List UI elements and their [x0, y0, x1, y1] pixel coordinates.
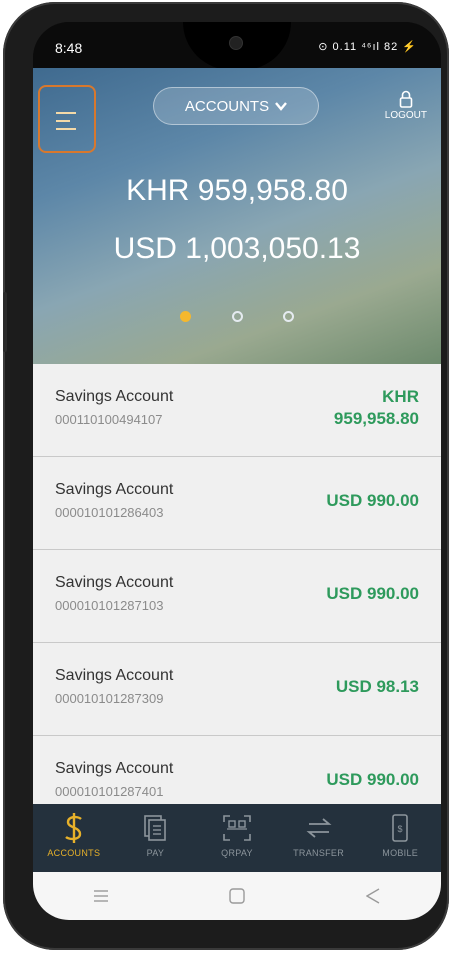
status-bar: 8:48 ⊙ 0.11 ⁴⁶ıl 82 ⚡	[33, 22, 441, 70]
account-balance: USD 98.13	[335, 677, 419, 696]
tab-label: MOBILE	[382, 848, 419, 858]
tab-label: ACCOUNTS	[47, 848, 101, 858]
account-balance: USD 990.00	[326, 584, 419, 603]
total-balance-khr: KHR 959,958.80	[126, 174, 348, 207]
account-row[interactable]: Savings Account 000010101287309 USD 98.1…	[33, 643, 441, 736]
logout-button[interactable]: LOGOUT	[385, 90, 427, 121]
svg-text:$: $	[398, 824, 403, 834]
accounts-dropdown[interactable]: ACCOUNTS	[153, 87, 319, 125]
transfer-icon	[278, 810, 360, 846]
account-number: 000110100494107	[55, 412, 163, 427]
qr-icon	[196, 810, 278, 846]
tab-label: TRANSFER	[293, 848, 345, 858]
carousel-dot-3[interactable]	[282, 311, 294, 323]
carousel-indicator	[33, 308, 441, 326]
dollar-icon	[33, 810, 115, 846]
system-navigation-bar	[33, 872, 441, 920]
tab-label: PAY	[146, 848, 165, 858]
logout-label: LOGOUT	[384, 110, 427, 121]
account-balance: USD 990.00	[326, 491, 419, 510]
status-indicators: ⊙ 0.11 ⁴⁶ıl 82 ⚡	[318, 41, 417, 53]
account-row[interactable]: Savings Account 000010101286403 USD 990.…	[33, 457, 441, 550]
account-name: Savings Account	[55, 481, 174, 498]
phone-frame: 8:48 ⊙ 0.11 ⁴⁶ıl 82 ⚡ ACCOUNTS LOGOUT KH…	[3, 2, 449, 950]
status-time: 8:48	[55, 40, 83, 56]
carousel-dot-1[interactable]	[180, 311, 192, 323]
account-balance: KHR 959,958.80	[334, 386, 419, 430]
hamburger-icon	[56, 112, 76, 114]
accounts-dropdown-label: ACCOUNTS	[184, 97, 270, 115]
mobile-icon: $	[359, 810, 441, 846]
home-button[interactable]	[217, 881, 257, 911]
home-icon	[229, 888, 245, 904]
account-row[interactable]: Savings Account 000010101287103 USD 990.…	[33, 550, 441, 643]
account-name: Savings Account	[55, 760, 174, 777]
account-name: Savings Account	[55, 667, 174, 684]
bottom-tab-bar: ACCOUNTS PAY QRPAY TRANSFER $ MOBILE	[33, 804, 441, 872]
hamburger-icon-line	[56, 128, 76, 130]
tab-accounts[interactable]: ACCOUNTS	[33, 804, 115, 872]
account-row[interactable]: Savings Account 000010101287401 USD 990.…	[33, 736, 441, 804]
account-number: 000010101287103	[55, 598, 164, 613]
tab-label: QRPAY	[221, 848, 253, 858]
account-row[interactable]: Savings Account 000110100494107 KHR 959,…	[33, 364, 441, 457]
menu-icon	[94, 890, 108, 902]
tab-mobile[interactable]: $ MOBILE	[359, 804, 441, 872]
carousel-dot-2[interactable]	[231, 311, 243, 323]
account-balance-amount: 959,958.80	[333, 409, 419, 428]
lock-icon	[399, 90, 413, 108]
hamburger-menu-button[interactable]	[38, 85, 96, 153]
hamburger-icon-line	[56, 120, 70, 122]
account-list: Savings Account 000110100494107 KHR 959,…	[33, 364, 441, 804]
chevron-down-icon	[275, 100, 287, 114]
back-icon	[366, 888, 380, 904]
tab-transfer[interactable]: TRANSFER	[278, 804, 360, 872]
screen: 8:48 ⊙ 0.11 ⁴⁶ıl 82 ⚡ ACCOUNTS LOGOUT KH…	[33, 22, 441, 920]
front-camera-icon	[229, 36, 243, 50]
account-number: 000010101287309	[55, 691, 164, 706]
account-number: 000010101286403	[55, 505, 164, 520]
account-balance: USD 990.00	[326, 770, 419, 789]
account-number: 000010101287401	[55, 784, 164, 799]
tab-qrpay[interactable]: QRPAY	[196, 804, 278, 872]
phone-side-button	[3, 292, 7, 352]
account-name: Savings Account	[55, 388, 174, 405]
account-name: Savings Account	[55, 574, 174, 591]
recent-apps-button[interactable]	[81, 881, 121, 911]
tab-pay[interactable]: PAY	[115, 804, 197, 872]
total-balance-usd: USD 1,003,050.13	[113, 232, 361, 265]
back-button[interactable]	[353, 881, 393, 911]
bill-icon	[115, 810, 197, 846]
balance-header: ACCOUNTS LOGOUT KHR 959,958.80 USD 1,003…	[33, 68, 441, 364]
camera-notch	[183, 22, 291, 70]
account-balance-currency: KHR	[382, 387, 419, 406]
